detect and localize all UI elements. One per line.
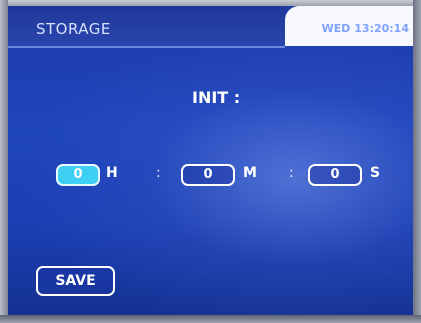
screen: STORAGE WED 13:20:14 INIT : 0 H : 0 M : … [0, 0, 421, 323]
init-label: INIT : [192, 88, 241, 107]
bezel-top [0, 0, 421, 6]
bezel-right [413, 0, 421, 323]
seconds-unit-label: S [370, 165, 381, 181]
hours-minutes-separator: : [156, 165, 161, 181]
save-button[interactable]: SAVE [36, 266, 115, 296]
minutes-unit-label: M [243, 165, 257, 181]
minutes-field[interactable]: 0 [181, 164, 235, 186]
hours-field[interactable]: 0 [56, 164, 100, 186]
bezel-left [0, 0, 8, 323]
page-title: STORAGE [36, 20, 111, 38]
datetime-display: WED 13:20:14 [321, 22, 409, 35]
hours-unit-label: H [106, 165, 118, 181]
bezel-bottom [0, 315, 421, 323]
minutes-seconds-separator: : [289, 165, 294, 181]
seconds-field[interactable]: 0 [308, 164, 362, 186]
